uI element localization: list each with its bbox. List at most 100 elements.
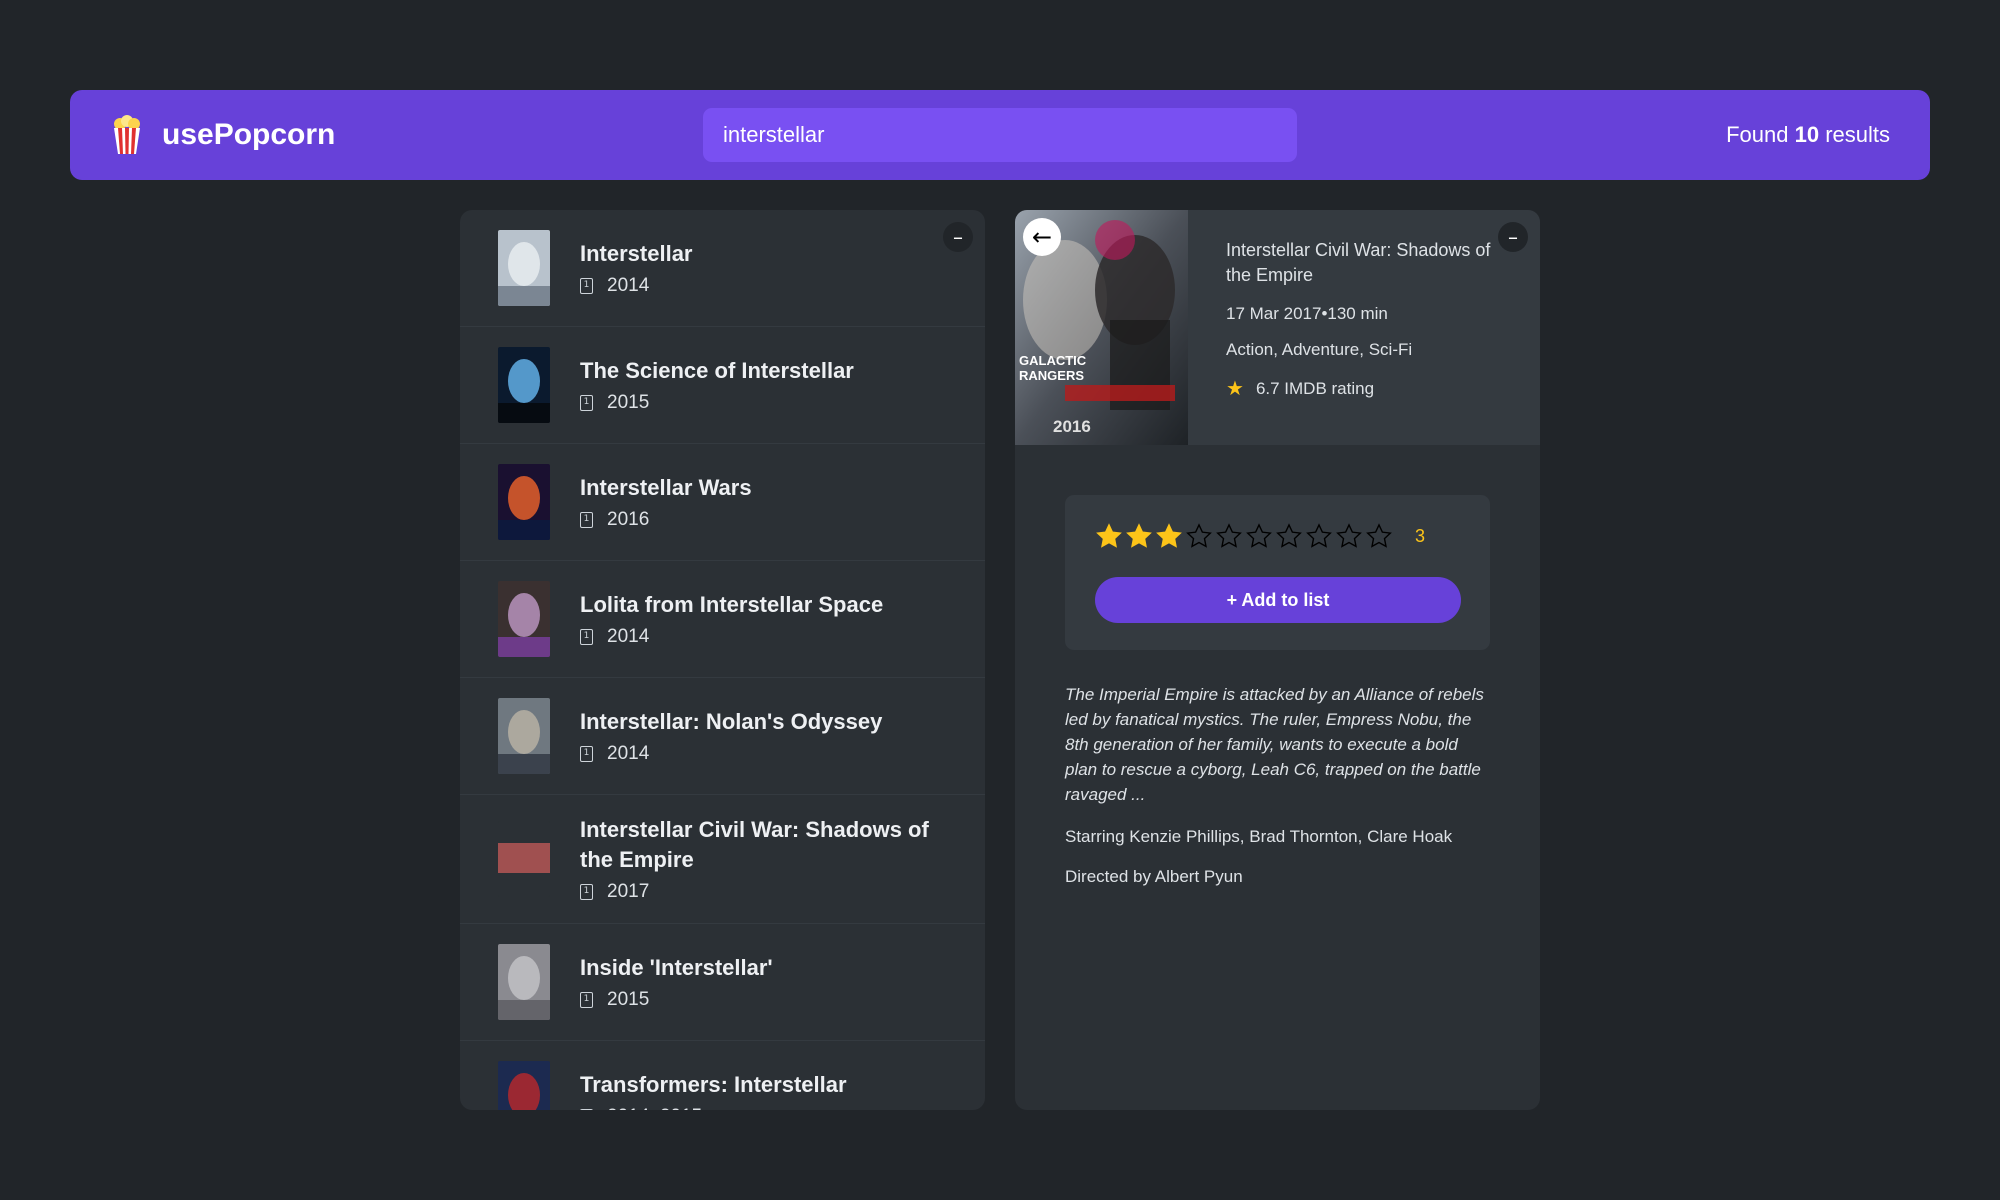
plot: The Imperial Empire is attacked by an Al… [1065,685,1484,804]
collapse-details-button[interactable]: – [1498,222,1528,252]
star-empty-icon[interactable] [1245,522,1273,550]
movie-list-item[interactable]: Inside 'Interstellar' 1 2015 [460,924,985,1041]
calendar-icon: 1 [580,992,593,1008]
movie-year-text: 2017 [607,881,650,902]
details-poster: ← GALACTIC RANGERS 2016 [1015,210,1188,445]
details-section: The Imperial Empire is attacked by an Al… [1015,650,1540,887]
details-overview: Interstellar Civil War: Shadows of the E… [1188,210,1534,445]
calendar-icon: 1 [580,512,593,528]
movie-info: Interstellar Civil War: Shadows of the E… [580,815,947,903]
details-title: Interstellar Civil War: Shadows of the E… [1226,240,1491,285]
movie-list-box: – Interstellar 1 2014 The Science of Inters… [460,210,985,1110]
movie-title: Inside 'Interstellar' [580,955,773,980]
movie-year: 1 2014–2015 [580,1106,947,1110]
movie-list-item[interactable]: Interstellar 1 2014 [460,210,985,327]
add-to-list-button[interactable]: + Add to list [1095,577,1461,623]
movie-title: Interstellar Wars [580,475,752,500]
calendar-icon: 1 [580,1109,593,1110]
movie-title: Transformers: Interstellar [580,1072,847,1097]
movie-year-text: 2014–2015 [607,1106,702,1110]
calendar-icon: 1 [580,746,593,762]
movie-title: Lolita from Interstellar Space [580,592,884,617]
star-empty-icon[interactable] [1305,522,1333,550]
imdb-rating-text: 6.7 IMDB rating [1255,378,1375,398]
details-header: ← GALACTIC RANGERS 2016 Interstellar Civ… [1015,210,1540,445]
results-suffix: results [1825,122,1890,147]
star-filled-icon[interactable] [1095,522,1123,550]
movie-list-item[interactable]: Interstellar Wars 1 2016 [460,444,985,561]
movie-list-item[interactable]: Transformers: Interstellar 1 2014–2015 [460,1041,985,1110]
starring: Starring Kenzie Phillips, Brad Thornton,… [1065,827,1453,846]
movie-year: 1 2014 [580,626,947,648]
movie-info: The Science of Interstellar 1 2015 [580,356,947,414]
genre: Action, Adventure, Sci-Fi [1226,340,1413,359]
user-rating-value: 3 [1415,525,1426,546]
logo: usePopcorn [110,115,530,155]
movie-year: 1 2015 [580,392,947,414]
star-filled-icon[interactable] [1155,522,1183,550]
star-empty-icon[interactable] [1185,522,1213,550]
popcorn-icon [114,115,140,154]
calendar-icon: 1 [580,395,593,411]
rating-box: 3 + Add to list [1065,495,1490,650]
app-name: usePopcorn [162,118,336,151]
star-empty-icon[interactable] [1275,522,1303,550]
results-count: Found 10 results [1470,122,1890,148]
movie-info: Interstellar: Nolan's Odyssey 1 2014 [580,707,947,765]
movie-poster [498,944,550,1020]
movie-year-text: 2014 [607,275,650,296]
movie-info: Inside 'Interstellar' 1 2015 [580,953,947,1011]
movie-year: 1 2016 [580,509,947,531]
movie-list: Interstellar 1 2014 The Science of Interste… [460,210,985,1110]
movie-details-box: – ← GALACTIC RANGERS 2016 Interstellar C… [1015,210,1540,1110]
star-empty-icon[interactable] [1365,522,1393,550]
star-empty-icon[interactable] [1215,522,1243,550]
movie-list-item[interactable]: Lolita from Interstellar Space 1 2014 [460,561,985,678]
navbar: usePopcorn Found 10 results [70,90,1930,180]
calendar-icon: 1 [580,278,593,294]
poster-text-line1: GALACTIC [1019,353,1087,368]
movie-year-text: 2014 [607,743,650,764]
movie-info: Interstellar Wars 1 2016 [580,473,947,531]
movie-poster [498,698,550,774]
movie-year: 1 2014 [580,275,947,297]
movie-title: Interstellar: Nolan's Odyssey [580,709,883,734]
calendar-icon: 1 [580,629,593,645]
movie-year: 1 2015 [580,989,947,1011]
results-prefix: Found [1726,122,1789,147]
movie-title: Interstellar Civil War: Shadows of the E… [580,817,929,872]
movie-list-item[interactable]: Interstellar: Nolan's Odyssey 1 2014 [460,678,985,795]
movie-poster [498,230,550,306]
star-empty-icon[interactable] [1335,522,1363,550]
back-button[interactable]: ← [1023,218,1061,256]
calendar-icon: 1 [580,884,593,900]
poster-text-line2: RANGERS [1019,368,1084,383]
star-icon: ★ [1226,378,1244,400]
movie-poster [498,821,550,897]
movie-list-item[interactable]: The Science of Interstellar 1 2015 [460,327,985,444]
movie-poster [498,464,550,540]
movie-info: Transformers: Interstellar 1 2014–2015 [580,1070,947,1110]
search-input[interactable] [703,108,1297,162]
movie-year-text: 2014 [607,626,650,647]
movie-list-item[interactable]: Interstellar Civil War: Shadows of the E… [460,795,985,924]
collapse-list-button[interactable]: – [943,222,973,252]
release-runtime: 17 Mar 2017•130 min [1226,304,1388,323]
movie-info: Interstellar 1 2014 [580,239,947,297]
director: Directed by Albert Pyun [1065,867,1243,886]
results-number: 10 [1794,122,1820,147]
star-filled-icon[interactable] [1125,522,1153,550]
movie-info: Lolita from Interstellar Space 1 2014 [580,590,947,648]
movie-year-text: 2015 [607,989,650,1010]
star-rating: 3 [1095,521,1460,551]
movie-year: 1 2014 [580,743,947,765]
movie-title: Interstellar [580,241,693,266]
movie-poster [498,1061,550,1110]
movie-title: The Science of Interstellar [580,358,854,383]
imdb-rating: ★ 6.7 IMDB rating [1226,376,1496,401]
movie-year-text: 2016 [607,509,650,530]
movie-year: 1 2017 [580,881,947,903]
poster-text-year: 2016 [1053,417,1091,436]
movie-poster [498,581,550,657]
movie-poster [498,347,550,423]
